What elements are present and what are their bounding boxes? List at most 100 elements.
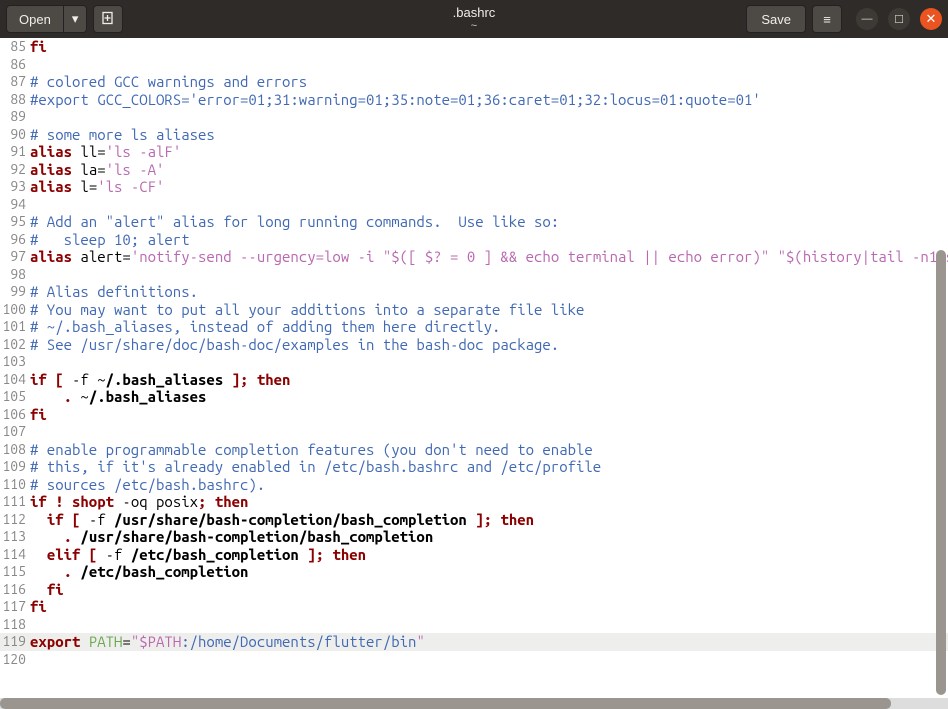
horizontal-scrollbar-thumb[interactable] bbox=[0, 698, 891, 709]
code-content[interactable] bbox=[30, 266, 948, 284]
code-line[interactable]: 89 bbox=[0, 108, 948, 126]
code-line[interactable]: 117fi bbox=[0, 598, 948, 616]
code-line[interactable]: 104if [ -f ~/.bash_aliases ]; then bbox=[0, 371, 948, 389]
code-line[interactable]: 103 bbox=[0, 353, 948, 371]
minimize-button[interactable]: — bbox=[856, 8, 878, 30]
code-content[interactable] bbox=[30, 651, 948, 669]
line-number: 113 bbox=[0, 528, 30, 546]
code-line[interactable]: 98 bbox=[0, 266, 948, 284]
code-line[interactable]: 113 . /usr/share/bash-completion/bash_co… bbox=[0, 528, 948, 546]
code-content[interactable]: . /usr/share/bash-completion/bash_comple… bbox=[30, 528, 948, 546]
code-content[interactable]: elif [ -f /etc/bash_completion ]; then bbox=[30, 546, 948, 564]
line-number: 120 bbox=[0, 651, 30, 669]
code-content[interactable]: alias la='ls -A' bbox=[30, 161, 948, 179]
code-content[interactable]: . /etc/bash_completion bbox=[30, 563, 948, 581]
code-line[interactable]: 106fi bbox=[0, 406, 948, 424]
code-content[interactable]: fi bbox=[30, 598, 948, 616]
code-line[interactable]: 111if ! shopt -oq posix; then bbox=[0, 493, 948, 511]
code-line[interactable]: 112 if [ -f /usr/share/bash-completion/b… bbox=[0, 511, 948, 529]
code-content[interactable]: # Add an "alert" alias for long running … bbox=[30, 213, 948, 231]
code-line[interactable]: 120 bbox=[0, 651, 948, 669]
code-content[interactable]: alias l='ls -CF' bbox=[30, 178, 948, 196]
line-number: 105 bbox=[0, 388, 30, 406]
hamburger-icon: ≡ bbox=[823, 12, 831, 27]
line-number: 94 bbox=[0, 196, 30, 214]
code-content[interactable] bbox=[30, 423, 948, 441]
code-content[interactable]: # Alias definitions. bbox=[30, 283, 948, 301]
code-content[interactable] bbox=[30, 616, 948, 634]
code-line[interactable]: 94 bbox=[0, 196, 948, 214]
code-content[interactable]: . ~/.bash_aliases bbox=[30, 388, 948, 406]
code-content[interactable]: fi bbox=[30, 38, 948, 56]
editor-area[interactable]: 85fi86 87# colored GCC warnings and erro… bbox=[0, 38, 948, 698]
hamburger-menu-button[interactable]: ≡ bbox=[812, 5, 842, 33]
code-line[interactable]: 102# See /usr/share/doc/bash-doc/example… bbox=[0, 336, 948, 354]
code-line[interactable]: 86 bbox=[0, 56, 948, 74]
code-content[interactable]: # sources /etc/bash.bashrc). bbox=[30, 476, 948, 494]
code-line[interactable]: 97alias alert='notify-send --urgency=low… bbox=[0, 248, 948, 266]
code-content[interactable] bbox=[30, 353, 948, 371]
code-content[interactable]: fi bbox=[30, 581, 948, 599]
line-number: 92 bbox=[0, 161, 30, 179]
minimize-icon: — bbox=[862, 13, 873, 25]
line-number: 99 bbox=[0, 283, 30, 301]
code-line[interactable]: 93alias l='ls -CF' bbox=[0, 178, 948, 196]
code-content[interactable]: # this, if it's already enabled in /etc/… bbox=[30, 458, 948, 476]
line-number: 95 bbox=[0, 213, 30, 231]
code-content[interactable]: if ! shopt -oq posix; then bbox=[30, 493, 948, 511]
code-content[interactable]: export PATH="$PATH:/home/Documents/flutt… bbox=[30, 633, 948, 651]
vertical-scrollbar[interactable] bbox=[936, 40, 946, 695]
code-line[interactable]: 91alias ll='ls -alF' bbox=[0, 143, 948, 161]
code-line[interactable]: 95# Add an "alert" alias for long runnin… bbox=[0, 213, 948, 231]
code-line[interactable]: 118 bbox=[0, 616, 948, 634]
code-line[interactable]: 101# ~/.bash_aliases, instead of adding … bbox=[0, 318, 948, 336]
code-content[interactable]: # sleep 10; alert bbox=[30, 231, 948, 249]
code-line[interactable]: 100# You may want to put all your additi… bbox=[0, 301, 948, 319]
maximize-button[interactable]: ☐ bbox=[888, 8, 910, 30]
titlebar-left: Open ▾ bbox=[6, 5, 123, 33]
code-line[interactable]: 99# Alias definitions. bbox=[0, 283, 948, 301]
code-content[interactable]: if [ -f /usr/share/bash-completion/bash_… bbox=[30, 511, 948, 529]
save-button[interactable]: Save bbox=[746, 5, 806, 33]
code-content[interactable]: #export GCC_COLORS='error=01;31:warning=… bbox=[30, 91, 948, 109]
code-content[interactable] bbox=[30, 108, 948, 126]
new-tab-button[interactable] bbox=[93, 5, 123, 33]
code-line[interactable]: 96# sleep 10; alert bbox=[0, 231, 948, 249]
code-content[interactable]: if [ -f ~/.bash_aliases ]; then bbox=[30, 371, 948, 389]
code-line[interactable]: 105 . ~/.bash_aliases bbox=[0, 388, 948, 406]
code-content[interactable]: alias ll='ls -alF' bbox=[30, 143, 948, 161]
code-line[interactable]: 90# some more ls aliases bbox=[0, 126, 948, 144]
code-line[interactable]: 92alias la='ls -A' bbox=[0, 161, 948, 179]
code-content[interactable]: # some more ls aliases bbox=[30, 126, 948, 144]
code-line[interactable]: 107 bbox=[0, 423, 948, 441]
code-content[interactable]: # enable programmable completion feature… bbox=[30, 441, 948, 459]
code-line[interactable]: 109# this, if it's already enabled in /e… bbox=[0, 458, 948, 476]
horizontal-scrollbar[interactable] bbox=[0, 698, 948, 709]
code-content[interactable] bbox=[30, 196, 948, 214]
window-controls: — ☐ ✕ bbox=[856, 8, 942, 30]
code-content[interactable]: # colored GCC warnings and errors bbox=[30, 73, 948, 91]
open-dropdown-button[interactable]: ▾ bbox=[64, 5, 88, 33]
close-button[interactable]: ✕ bbox=[920, 8, 942, 30]
line-number: 109 bbox=[0, 458, 30, 476]
code-line[interactable]: 119export PATH="$PATH:/home/Documents/fl… bbox=[0, 633, 948, 651]
code-content[interactable]: # See /usr/share/doc/bash-doc/examples i… bbox=[30, 336, 948, 354]
code-content[interactable]: fi bbox=[30, 406, 948, 424]
code-content[interactable]: # ~/.bash_aliases, instead of adding the… bbox=[30, 318, 948, 336]
code-content[interactable] bbox=[30, 56, 948, 74]
code-line[interactable]: 110# sources /etc/bash.bashrc). bbox=[0, 476, 948, 494]
code-content[interactable]: alias alert='notify-send --urgency=low -… bbox=[30, 248, 948, 266]
line-number: 91 bbox=[0, 143, 30, 161]
code-line[interactable]: 114 elif [ -f /etc/bash_completion ]; th… bbox=[0, 546, 948, 564]
line-number: 118 bbox=[0, 616, 30, 634]
line-number: 107 bbox=[0, 423, 30, 441]
code-line[interactable]: 85fi bbox=[0, 38, 948, 56]
open-button[interactable]: Open bbox=[6, 5, 64, 33]
code-content[interactable]: # You may want to put all your additions… bbox=[30, 301, 948, 319]
code-line[interactable]: 115 . /etc/bash_completion bbox=[0, 563, 948, 581]
code-line[interactable]: 88#export GCC_COLORS='error=01;31:warnin… bbox=[0, 91, 948, 109]
code-line[interactable]: 116 fi bbox=[0, 581, 948, 599]
code-line[interactable]: 108# enable programmable completion feat… bbox=[0, 441, 948, 459]
vertical-scrollbar-thumb[interactable] bbox=[936, 250, 946, 695]
code-line[interactable]: 87# colored GCC warnings and errors bbox=[0, 73, 948, 91]
